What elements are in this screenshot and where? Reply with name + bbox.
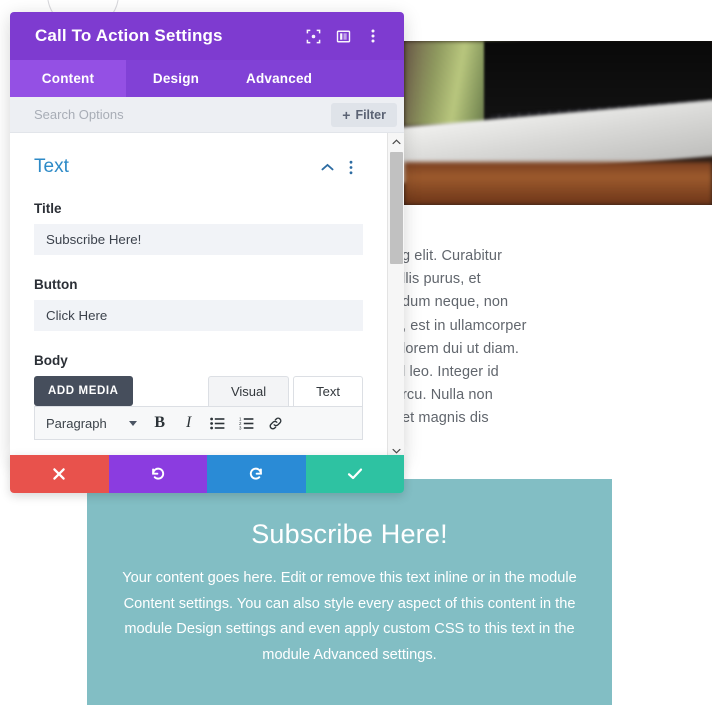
kebab-menu-icon[interactable] (358, 21, 388, 51)
numbered-list-button[interactable]: 1 2 3 (234, 411, 260, 435)
title-field-label: Title (34, 201, 62, 216)
filter-button[interactable]: + Filter (331, 102, 397, 127)
filter-button-label: Filter (355, 107, 386, 122)
background-text-line: llis purus, et (402, 271, 481, 288)
save-button[interactable] (305, 455, 404, 493)
redo-button[interactable] (207, 455, 306, 493)
search-input[interactable] (34, 107, 332, 122)
tab-advanced[interactable]: Advanced (226, 60, 332, 97)
settings-scrollbar[interactable] (387, 133, 404, 459)
insert-link-button[interactable] (263, 411, 289, 435)
cta-body-text: Your content goes here. Edit or remove t… (122, 570, 577, 663)
cancel-button[interactable] (10, 455, 109, 493)
plus-icon: + (342, 106, 351, 123)
photo-wooden-desk (404, 162, 712, 205)
editor-mode-tabs: Visual Text (207, 376, 363, 406)
background-text-line: dum neque, non (402, 294, 509, 311)
call-to-action-module-preview[interactable]: Subscribe Here! Your content goes here. … (87, 479, 612, 705)
svg-text:3: 3 (239, 425, 242, 429)
text-section-header: Text (34, 155, 363, 179)
section-title: Text (34, 156, 69, 177)
button-input[interactable] (34, 300, 363, 331)
paragraph-format-select[interactable]: Paragraph (44, 416, 144, 431)
body-field-label: Body (34, 353, 68, 368)
settings-tab-bar: Content Design Advanced (10, 60, 404, 97)
paragraph-format-value: Paragraph (46, 415, 107, 431)
layout-panel-icon[interactable] (328, 21, 358, 51)
cta-title: Subscribe Here! (251, 519, 448, 549)
background-text-line: lorem dui ut diam. (402, 340, 520, 357)
module-settings-modal: Call To Action Settings Content Design A… (10, 12, 404, 459)
scroll-up-arrow-icon[interactable] (388, 133, 405, 150)
background-text-line: rcu. Nulla non (402, 387, 493, 404)
scrollbar-track[interactable] (388, 150, 404, 442)
bold-button[interactable]: B (147, 411, 173, 435)
chevron-up-icon[interactable] (315, 155, 339, 179)
background-paragraph: g elit. Curabitur llis purus, et dum neq… (402, 245, 712, 431)
editor-format-toolbar: Paragraph B I 1 2 3 (34, 406, 363, 440)
tab-design[interactable]: Design (126, 60, 226, 97)
undo-button[interactable] (108, 455, 207, 493)
background-text-line: et magnis dis (402, 410, 489, 427)
modal-action-bar (10, 455, 404, 493)
search-options-bar: + Filter (10, 97, 404, 133)
focus-target-icon[interactable] (298, 21, 328, 51)
settings-scroll-container: Text Title Button Bo (10, 133, 404, 459)
scrollbar-thumb[interactable] (390, 152, 403, 264)
editor-top-row: ADD MEDIA Visual Text (34, 376, 363, 406)
chevron-down-icon (128, 420, 137, 426)
add-media-button[interactable]: ADD MEDIA (34, 376, 133, 406)
title-input[interactable] (34, 224, 363, 255)
tab-content[interactable]: Content (10, 60, 126, 97)
kebab-menu-icon[interactable] (339, 155, 363, 179)
modal-header: Call To Action Settings (10, 12, 404, 60)
background-text-line: , est in ullamcorper (402, 317, 527, 334)
background-text-line: l leo. Integer id (402, 364, 499, 381)
settings-options-panel: Text Title Button Bo (10, 133, 387, 459)
background-text-line: g elit. Curabitur (402, 248, 503, 264)
bulleted-list-button[interactable] (205, 411, 231, 435)
button-field-label: Button (34, 277, 78, 292)
screen: g elit. Curabitur llis purus, et dum neq… (0, 0, 712, 720)
hero-photo-laptop-on-desk (404, 41, 712, 205)
editor-tab-visual[interactable]: Visual (207, 376, 290, 406)
italic-button[interactable]: I (176, 411, 202, 435)
editor-tab-text[interactable]: Text (293, 376, 363, 406)
modal-title: Call To Action Settings (35, 26, 223, 45)
